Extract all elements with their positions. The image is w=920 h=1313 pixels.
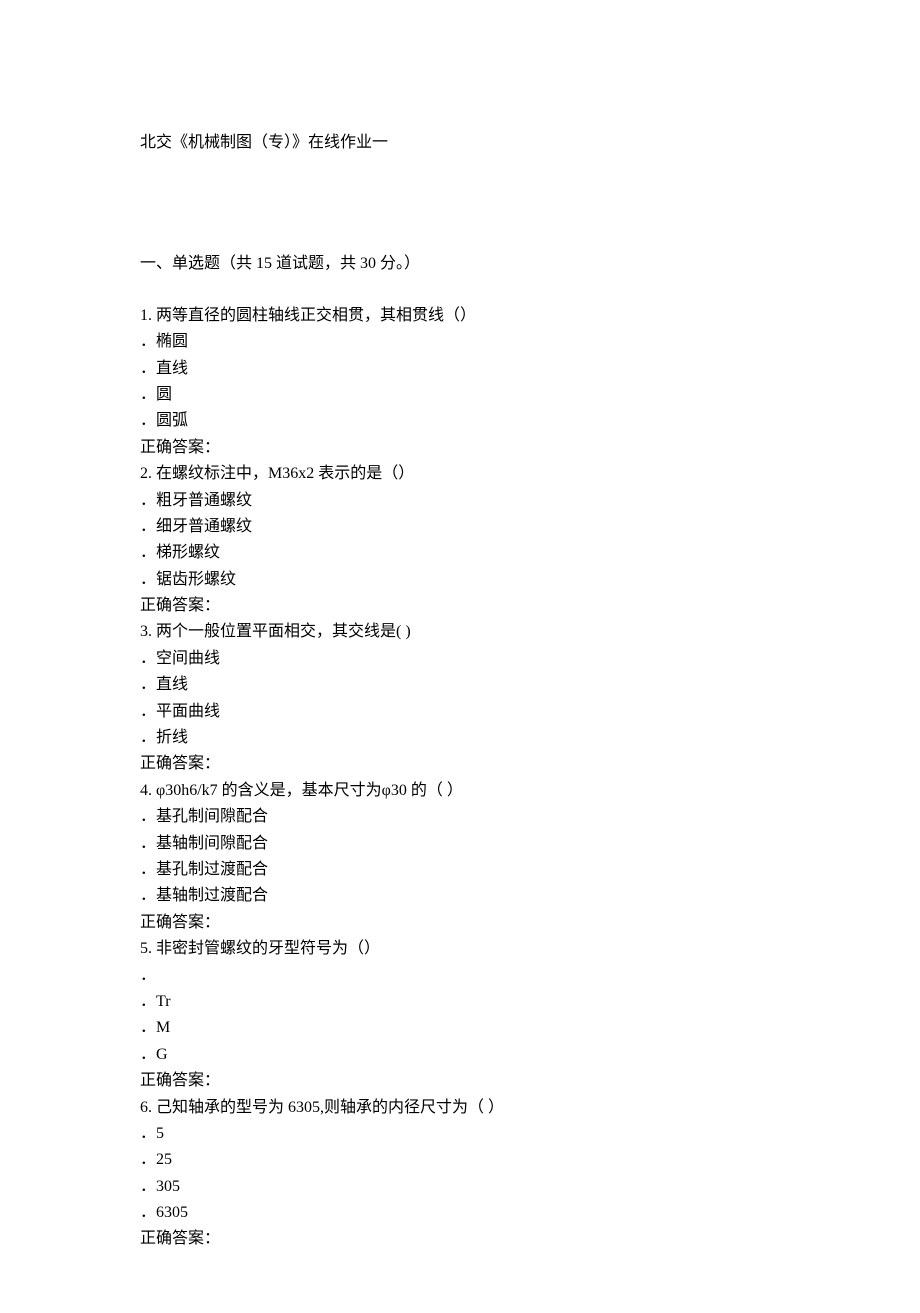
question-block: 2. 在螺纹标注中，M36x2 表示的是（）．粗牙普通螺纹．细牙普通螺纹．梯形螺… <box>140 461 780 619</box>
question-text: 4. φ30h6/k7 的含义是，基本尺寸为φ30 的（ ） <box>140 778 780 804</box>
option-line: ．基孔制间隙配合 <box>140 804 780 830</box>
question-block: 4. φ30h6/k7 的含义是，基本尺寸为φ30 的（ ）．基孔制间隙配合．基… <box>140 778 780 936</box>
questions-container: 1. 两等直径的圆柱轴线正交相贯，其相贯线（）．椭圆．直线．圆．圆弧正确答案：2… <box>140 303 780 1253</box>
answer-label: 正确答案： <box>140 1068 780 1094</box>
document-page: 北交《机械制图（专）》在线作业一 一、单选题（共 15 道试题，共 30 分。）… <box>0 0 920 1313</box>
option-line: ．锯齿形螺纹 <box>140 567 780 593</box>
option-line: ．平面曲线 <box>140 699 780 725</box>
option-line: ．直线 <box>140 356 780 382</box>
option-line: ．6305 <box>140 1200 780 1226</box>
question-text: 1. 两等直径的圆柱轴线正交相贯，其相贯线（） <box>140 303 780 329</box>
question-block: 6. 己知轴承的型号为 6305,则轴承的内径尺寸为（ ）．5．25．305．6… <box>140 1095 780 1253</box>
question-block: 3. 两个一般位置平面相交，其交线是( )．空间曲线．直线．平面曲线．折线正确答… <box>140 619 780 777</box>
answer-label: 正确答案： <box>140 435 780 461</box>
option-line: ．305 <box>140 1174 780 1200</box>
question-block: 1. 两等直径的圆柱轴线正交相贯，其相贯线（）．椭圆．直线．圆．圆弧正确答案： <box>140 303 780 461</box>
option-line: ．折线 <box>140 725 780 751</box>
option-line: ．圆 <box>140 382 780 408</box>
option-line: ．基轴制间隙配合 <box>140 831 780 857</box>
option-line: ．直线 <box>140 672 780 698</box>
option-line: ．M <box>140 1015 780 1041</box>
option-line: ．细牙普通螺纹 <box>140 514 780 540</box>
option-line: ．粗牙普通螺纹 <box>140 488 780 514</box>
answer-label: 正确答案： <box>140 910 780 936</box>
option-line: ．5 <box>140 1121 780 1147</box>
question-text: 6. 己知轴承的型号为 6305,则轴承的内径尺寸为（ ） <box>140 1095 780 1121</box>
section-header: 一、单选题（共 15 道试题，共 30 分。） <box>140 251 780 277</box>
option-line: ．空间曲线 <box>140 646 780 672</box>
option-line: ．圆弧 <box>140 408 780 434</box>
option-line: ．椭圆 <box>140 329 780 355</box>
option-line: ．25 <box>140 1147 780 1173</box>
question-block: 5. 非密封管螺纹的牙型符号为（）．．Tr．M．G正确答案： <box>140 936 780 1094</box>
answer-label: 正确答案： <box>140 1226 780 1252</box>
option-line: ． <box>140 963 780 989</box>
option-line: ．梯形螺纹 <box>140 540 780 566</box>
option-line: ．基轴制过渡配合 <box>140 883 780 909</box>
answer-label: 正确答案： <box>140 751 780 777</box>
option-line: ．基孔制过渡配合 <box>140 857 780 883</box>
question-text: 2. 在螺纹标注中，M36x2 表示的是（） <box>140 461 780 487</box>
option-line: ．G <box>140 1042 780 1068</box>
answer-label: 正确答案： <box>140 593 780 619</box>
document-title: 北交《机械制图（专）》在线作业一 <box>140 130 780 156</box>
option-line: ．Tr <box>140 989 780 1015</box>
question-text: 3. 两个一般位置平面相交，其交线是( ) <box>140 619 780 645</box>
question-text: 5. 非密封管螺纹的牙型符号为（） <box>140 936 780 962</box>
